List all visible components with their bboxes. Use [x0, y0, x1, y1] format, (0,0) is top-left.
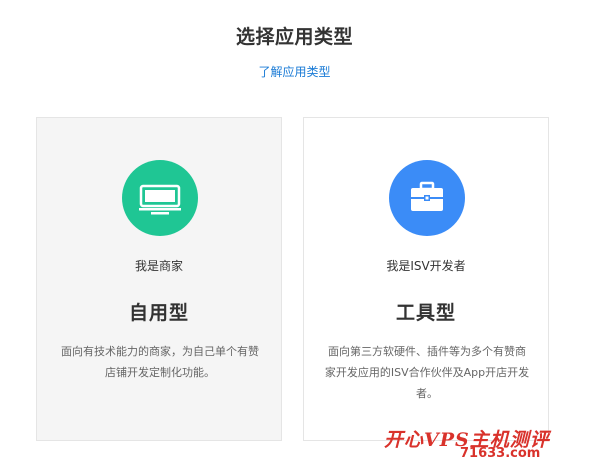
tool-type-card[interactable]: 我是ISV开发者 工具型 面向第三方软硬件、插件等为多个有赞商家开发应用的ISV…: [303, 117, 549, 441]
briefcase-icon: [389, 160, 465, 236]
watermark-url: 71633.com: [460, 446, 541, 461]
self-use-type-card[interactable]: 我是商家 自用型 面向有技术能力的商家，为自己单个有赞店铺开发定制化功能。: [36, 117, 282, 441]
tool-type-description: 面向第三方软硬件、插件等为多个有赞商家开发应用的ISV合作伙伴及App开店开发者…: [324, 345, 530, 400]
self-use-type-name: 自用型: [128, 302, 189, 324]
isv-role-label: 我是ISV开发者: [386, 259, 466, 273]
self-use-type-description: 面向有技术能力的商家，为自己单个有赞店铺开发定制化功能。: [61, 345, 259, 379]
page-title: 选择应用类型: [235, 26, 353, 48]
monitor-icon: [122, 160, 198, 236]
tool-type-name: 工具型: [395, 302, 456, 324]
merchant-role-label: 我是商家: [134, 259, 183, 273]
learn-app-types-link[interactable]: 了解应用类型: [0, 63, 589, 80]
watermark: 开心VPS主机测评 71633.com: [384, 425, 584, 465]
